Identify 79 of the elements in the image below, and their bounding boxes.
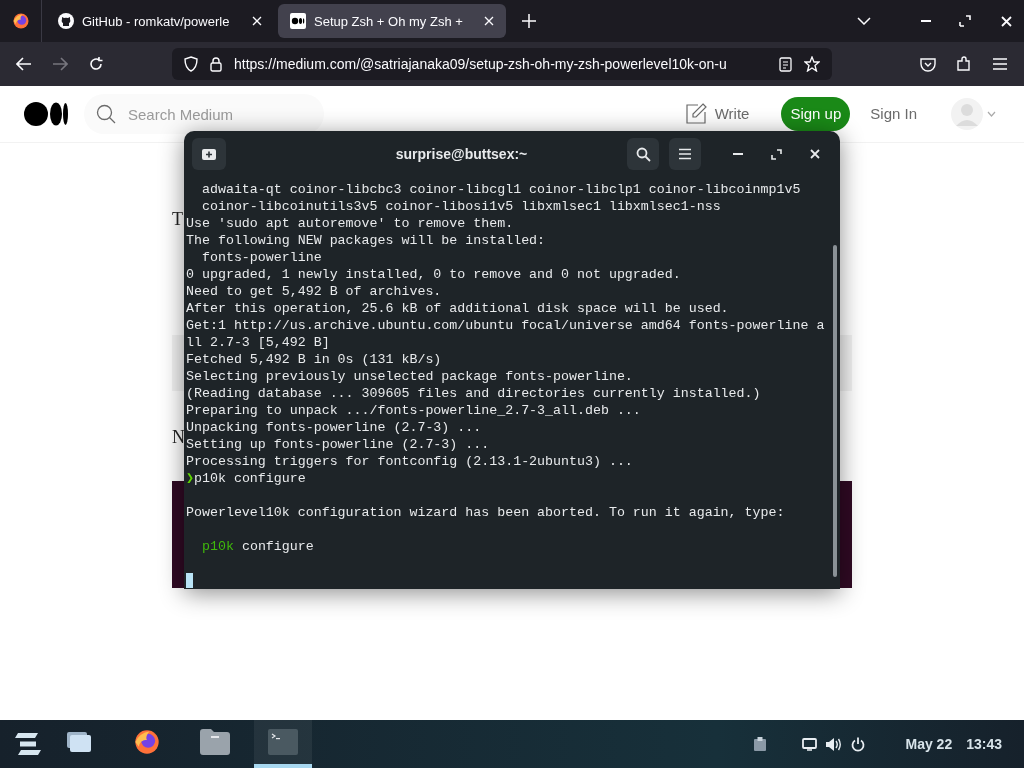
- terminal-line: Unpacking fonts-powerline (2.7-3) ...: [186, 419, 482, 436]
- terminal-line: 0 upgraded, 1 newly installed, 0 to remove and 0 not upgraded.: [186, 266, 681, 283]
- windows-icon: [67, 732, 91, 752]
- time-text: 13:43: [966, 734, 1002, 754]
- firefox-menu-icon[interactable]: [11, 12, 30, 30]
- forward-icon[interactable]: [52, 57, 68, 71]
- search-button[interactable]: [627, 138, 659, 170]
- shield-icon[interactable]: [184, 56, 198, 72]
- display-icon[interactable]: [802, 737, 818, 751]
- search-icon: [96, 104, 116, 124]
- url-text: https://medium.com/@satriajanaka09/setup-zsh-oh-my-zsh-powerlevel10k-on-u: [234, 54, 728, 74]
- terminal-line: Powerlevel10k configuration wizard has been aborted. To run it again, type:: [186, 504, 785, 521]
- medium-icon: [290, 13, 306, 29]
- text-cursor: [186, 573, 193, 588]
- scrollbar-thumb[interactable]: [833, 245, 837, 577]
- sign-in-link[interactable]: Sign In: [870, 102, 917, 126]
- extensions-icon[interactable]: [956, 56, 972, 72]
- reload-icon[interactable]: [88, 56, 104, 72]
- taskbar-app[interactable]: [254, 720, 312, 768]
- clock[interactable]: May 22 13:43: [905, 733, 1002, 755]
- terminal-line: The following NEW packages will be installed:: [186, 232, 546, 249]
- search-field[interactable]: Search Medium: [84, 94, 324, 134]
- date-text: May 22: [905, 734, 953, 754]
- volume-icon[interactable]: [825, 736, 843, 752]
- search-icon: [635, 146, 651, 162]
- maximize-icon[interactable]: [771, 148, 782, 160]
- avatar-icon: [951, 98, 983, 130]
- github-icon: [58, 13, 74, 29]
- url-bar[interactable]: https://medium.com/@satriajanaka09/setup-zsh-oh-my-zsh-powerlevel10k-on-u: [172, 48, 832, 80]
- tab-title: GitHub - romkatv/powerle: [82, 13, 230, 29]
- terminal-line: Processing triggers for fontconfig (2.13.1-2ubuntu3) ...: [186, 453, 633, 470]
- tab-title: Setup Zsh + Oh my Zsh +: [314, 13, 463, 29]
- terminal-line: Need to get 5,492 B of archives.: [186, 283, 442, 300]
- pocket-icon[interactable]: [920, 56, 936, 72]
- menu-button[interactable]: [669, 138, 701, 170]
- folder-icon: [200, 729, 230, 755]
- terminal-line: Get:1 http://us.archive.ubuntu.com/ubuntu focal/universe amd64 fonts-powerline a: [186, 317, 825, 334]
- power-icon[interactable]: [851, 736, 866, 752]
- write-link[interactable]: Write: [684, 102, 750, 126]
- article-text: N: [172, 426, 185, 449]
- terminal-line: configure: [241, 538, 314, 555]
- medium-logo[interactable]: [24, 102, 68, 126]
- lock-icon[interactable]: [210, 56, 222, 72]
- close-icon[interactable]: [810, 149, 820, 159]
- terminal-line: (Reading database ... 309605 files and directories currently installed.): [186, 385, 761, 402]
- chevron-down-icon: [987, 111, 996, 117]
- sign-up-button[interactable]: Sign up: [781, 97, 851, 131]
- restore-icon[interactable]: [959, 15, 971, 27]
- prompt-symbol: ❯: [186, 470, 194, 487]
- terminal-line: Fetched 5,492 B in 0s (131 kB/s): [186, 351, 442, 368]
- terminal-line: adwaita-qt coinor-libcbc3 coinor-libcgl1 coinor-libclp1 coinor-libcoinmp1v5: [200, 181, 801, 198]
- new-tab-button[interactable]: [192, 138, 226, 170]
- clipboard-icon[interactable]: [754, 737, 767, 751]
- new-tab-icon: [202, 148, 216, 160]
- reader-view-icon[interactable]: [779, 56, 792, 72]
- terminal-line: coinor-libcoinutils3v5 coinor-libosi1v5 libxmlsec1 libxmlsec1-nss: [200, 198, 721, 215]
- star-icon[interactable]: [804, 56, 820, 72]
- browser-tab[interactable]: Setup Zsh + Oh my Zsh +: [278, 4, 506, 38]
- menu-icon[interactable]: [992, 58, 1008, 70]
- terminal-line: Selecting previously unselected package fonts-powerline.: [186, 368, 633, 385]
- browser-tab[interactable]: GitHub - romkatv/powerle: [46, 4, 274, 38]
- terminal-line: Setting up fonts-powerline (2.7-3) ...: [186, 436, 490, 453]
- terminal-line: Preparing to unpack .../fonts-powerline_2.7-3_all.deb ...: [186, 402, 641, 419]
- command-name: p10k: [202, 538, 234, 555]
- terminal-line: ll 2.7-3 [5,492 B]: [186, 334, 330, 351]
- back-icon[interactable]: [16, 57, 32, 71]
- terminal-line: fonts-powerline: [200, 249, 322, 266]
- firefox-icon[interactable]: [133, 728, 161, 756]
- terminal-icon: [268, 729, 298, 755]
- terminal-line: p10k configure: [194, 470, 306, 487]
- window-title: surprise@buttsex:~: [395, 144, 528, 164]
- article-text: T: [172, 208, 183, 231]
- terminal-line: Use 'sudo apt autoremove' to remove them.: [186, 215, 514, 232]
- chevron-down-icon[interactable]: [857, 17, 871, 25]
- new-tab-icon[interactable]: [522, 14, 536, 28]
- menu-icon: [678, 148, 692, 160]
- terminal-line: After this operation, 25.6 kB of additional disk space will be used.: [186, 300, 729, 317]
- pencil-icon: [684, 103, 707, 125]
- zorin-logo[interactable]: [14, 733, 42, 755]
